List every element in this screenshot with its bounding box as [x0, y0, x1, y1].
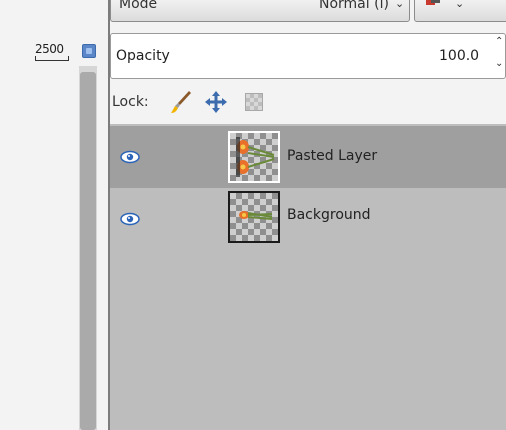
composite-mode-select[interactable]: ⌄	[414, 0, 506, 22]
layer-row[interactable]: Pasted Layer	[110, 126, 506, 188]
opacity-decrease-button[interactable]: ⌄	[495, 58, 506, 74]
layer-thumbnail-image	[239, 211, 273, 220]
lock-row: Lock:	[112, 90, 506, 116]
ruler-tick	[68, 56, 69, 61]
chevron-down-icon: ⌄	[455, 0, 465, 10]
eye-icon[interactable]	[120, 212, 140, 226]
eye-icon[interactable]	[120, 150, 140, 164]
ruler-tick	[35, 56, 36, 61]
opacity-increase-button[interactable]: ⌃	[495, 36, 506, 52]
mode-select[interactable]: Mode Normal (l) ⌄	[110, 0, 410, 22]
layer-thumbnail[interactable]	[228, 131, 280, 183]
vertical-scrollbar-thumb[interactable]	[80, 72, 96, 430]
layer-name[interactable]: Background	[287, 207, 371, 223]
opacity-value: 100.0	[439, 48, 480, 64]
layer-name[interactable]: Pasted Layer	[287, 148, 377, 164]
mode-value: Normal (l)	[319, 0, 389, 12]
opacity-field[interactable]: Opacity 100.0 ⌃ ⌄	[110, 33, 506, 79]
ruler-line	[35, 60, 69, 61]
lock-label: Lock:	[112, 94, 149, 110]
layer-row[interactable]: Background	[110, 188, 506, 250]
ruler-label: 2500	[35, 42, 64, 56]
composite-mode-icon	[426, 0, 440, 5]
opacity-label: Opacity	[116, 48, 170, 64]
layers-list: Pasted Layer Background	[110, 124, 506, 430]
navigate-icon[interactable]	[82, 44, 96, 58]
alpha-checker-icon[interactable]	[245, 93, 263, 111]
layer-thumbnail-image	[236, 137, 275, 177]
move-arrows-icon[interactable]	[204, 90, 228, 114]
chevron-down-icon: ⌄	[395, 0, 405, 10]
mode-label: Mode	[119, 0, 158, 12]
layer-thumbnail[interactable]	[228, 191, 280, 243]
paintbrush-icon[interactable]	[170, 90, 192, 114]
